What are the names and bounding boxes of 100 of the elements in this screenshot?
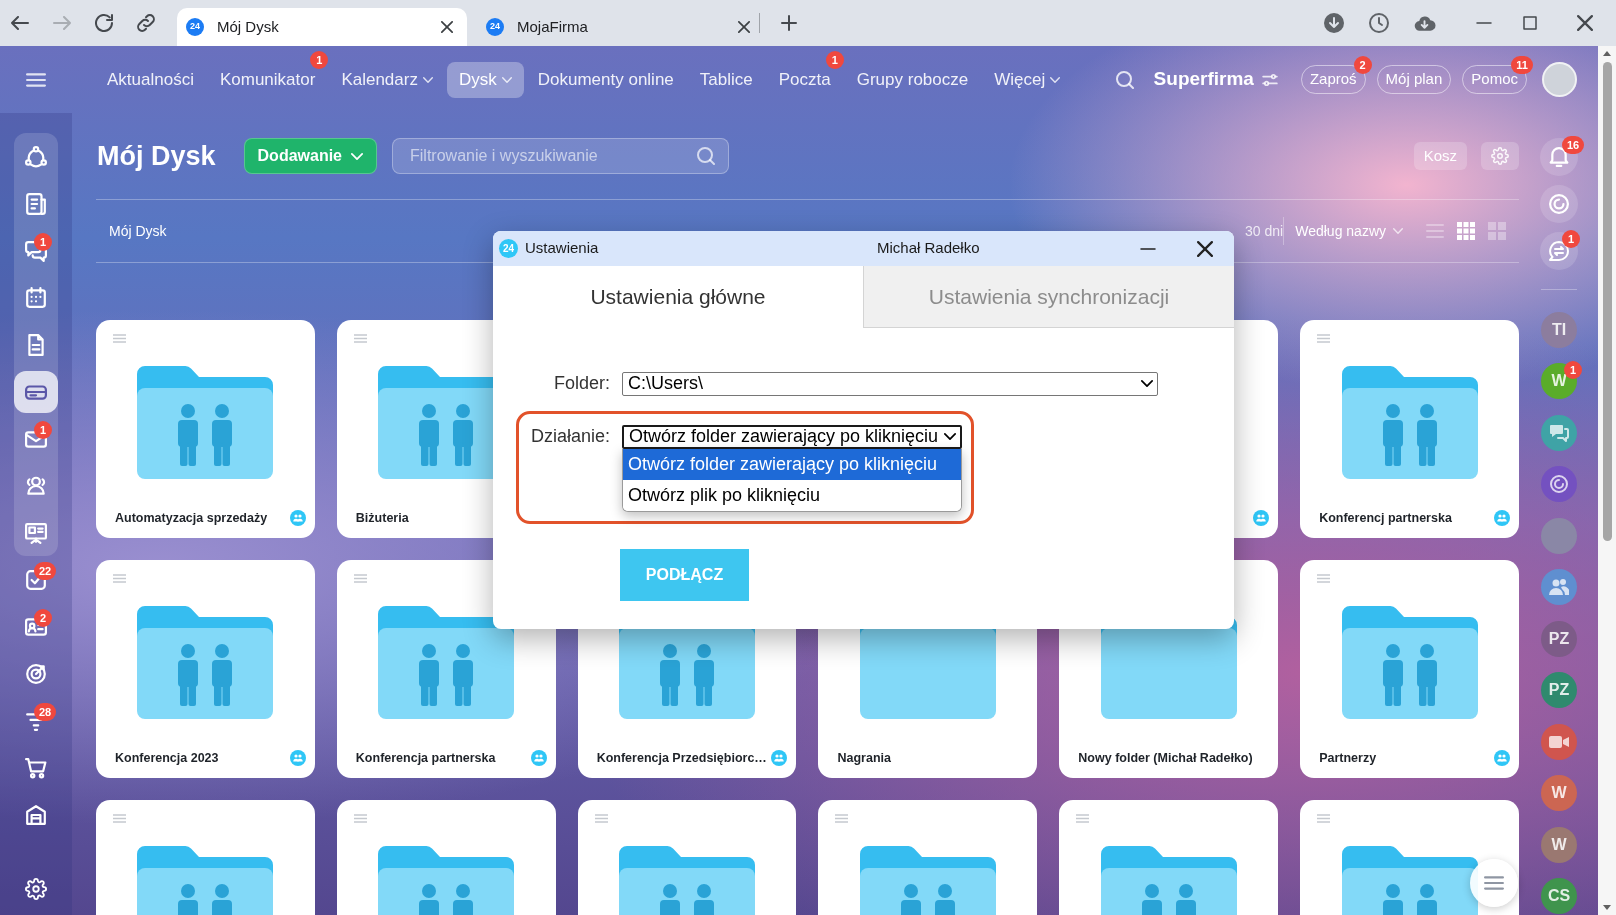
link-icon[interactable] bbox=[137, 14, 155, 32]
chat-avatar[interactable] bbox=[1541, 414, 1577, 451]
nav-item[interactable]: Dysk bbox=[446, 61, 524, 98]
chat-avatar[interactable]: CS bbox=[1541, 878, 1577, 915]
settings-button[interactable] bbox=[1481, 142, 1519, 170]
folder-name: Konferencja partnerska bbox=[355, 749, 497, 767]
arrow-left-icon[interactable] bbox=[11, 16, 29, 30]
nav-item[interactable]: Więcej bbox=[994, 69, 1061, 90]
chevron-down-icon bbox=[351, 152, 363, 160]
drag-handle-icon[interactable] bbox=[113, 574, 126, 583]
action-select[interactable]: Otwórz folder zawierający po kliknięciu bbox=[622, 424, 963, 449]
sidebar-item[interactable] bbox=[14, 370, 58, 413]
nav-item[interactable]: Tablice bbox=[699, 69, 753, 90]
close-icon[interactable] bbox=[738, 21, 750, 33]
add-button[interactable]: Dodawanie bbox=[243, 138, 377, 174]
folder-name: Konferencja Przedsiębiorc… bbox=[596, 749, 768, 767]
download-icon[interactable] bbox=[1324, 13, 1344, 33]
nav-item[interactable]: Grupy robocze bbox=[856, 69, 969, 90]
notification-counter: 11 bbox=[1511, 56, 1533, 74]
chat-avatar[interactable] bbox=[1541, 723, 1577, 760]
maximize-icon[interactable] bbox=[1523, 16, 1537, 30]
sliders-icon[interactable] bbox=[1261, 73, 1278, 86]
history-icon[interactable] bbox=[1369, 13, 1389, 33]
sidebar-item[interactable]: 22 bbox=[14, 558, 58, 601]
settings-icon[interactable] bbox=[25, 878, 47, 900]
chevron-down-icon bbox=[1393, 228, 1403, 234]
nav-item[interactable]: Komunikator bbox=[219, 69, 316, 90]
calendar-icon bbox=[25, 286, 47, 309]
close-icon[interactable] bbox=[441, 21, 453, 33]
sidebar-item[interactable]: 1 bbox=[14, 229, 58, 272]
plus-icon[interactable] bbox=[781, 15, 797, 31]
chat-bubbles-icon bbox=[25, 239, 47, 262]
spiral-icon bbox=[1549, 193, 1569, 214]
document-icon bbox=[25, 333, 47, 356]
search-icon[interactable] bbox=[697, 147, 715, 165]
close-icon[interactable] bbox=[1197, 240, 1213, 257]
cloud-download-icon[interactable] bbox=[1414, 14, 1436, 32]
drag-handle-icon[interactable] bbox=[1076, 814, 1090, 823]
nav-item[interactable]: Kalendarz bbox=[341, 69, 433, 90]
chat-avatar[interactable]: W bbox=[1541, 826, 1577, 863]
company-name[interactable]: Superfirma bbox=[1153, 65, 1254, 94]
dialog-tab[interactable]: Ustawienia synchronizacji bbox=[863, 266, 1234, 328]
scroll-up-icon[interactable] bbox=[1603, 51, 1611, 56]
sidebar-item[interactable]: 2 bbox=[14, 605, 58, 648]
spiral-icon bbox=[1549, 475, 1569, 494]
presentation-board-icon bbox=[25, 521, 47, 544]
chat-avatar[interactable] bbox=[1541, 466, 1577, 503]
folder-card[interactable]: Konferencj partnerska bbox=[1300, 320, 1519, 538]
drag-handle-icon[interactable] bbox=[353, 574, 367, 583]
chat-avatar[interactable]: PZ bbox=[1541, 620, 1577, 657]
target-icon bbox=[25, 662, 47, 685]
drag-handle-icon[interactable] bbox=[1317, 814, 1331, 823]
reload-icon[interactable] bbox=[95, 14, 113, 32]
nav-item[interactable]: Poczta bbox=[778, 69, 831, 90]
drag-handle-icon[interactable] bbox=[835, 814, 849, 823]
folder-card[interactable]: Konferencja partnerska bbox=[336, 560, 556, 778]
drag-handle-icon[interactable] bbox=[594, 814, 608, 823]
sidebar-item[interactable]: 1 bbox=[14, 417, 58, 460]
folder-card[interactable]: Automatyzacja sprzedaży bbox=[96, 320, 315, 538]
folder-card[interactable]: Konferencja 2023 bbox=[96, 560, 315, 778]
folder-name: Automatyzacja sprzedaży bbox=[115, 509, 269, 527]
scrollbar-thumb[interactable] bbox=[1602, 62, 1612, 541]
folder-select[interactable]: C:\Users\ bbox=[622, 371, 1158, 396]
notification-counter: 1 bbox=[34, 232, 52, 251]
app-logo: 24 bbox=[499, 239, 518, 258]
nav-item[interactable]: Aktualności bbox=[107, 69, 194, 90]
sidebar-item[interactable]: 28 bbox=[14, 699, 58, 742]
drag-handle-icon[interactable] bbox=[1317, 574, 1331, 583]
scroll-down-icon[interactable] bbox=[1603, 905, 1611, 910]
close-icon[interactable] bbox=[1577, 15, 1593, 31]
chat-arrows-icon bbox=[1549, 240, 1569, 261]
grid-view-icon[interactable] bbox=[1457, 222, 1475, 240]
user-avatar[interactable] bbox=[1542, 62, 1577, 97]
newspaper-icon bbox=[25, 192, 47, 215]
folder-name: Nagrania bbox=[837, 749, 892, 767]
browser-tab[interactable]: 24 MojaFirma bbox=[467, 8, 757, 46]
search-icon[interactable] bbox=[1115, 70, 1134, 89]
drag-handle-icon[interactable] bbox=[113, 334, 126, 343]
folder-name: Nowy folder (Michał Radełko) bbox=[1078, 749, 1254, 767]
drag-handle-icon[interactable] bbox=[113, 814, 126, 823]
chat-avatar[interactable] bbox=[1541, 569, 1577, 606]
folder-card[interactable]: Partnerzy bbox=[1300, 560, 1519, 778]
chat-avatar[interactable]: TI bbox=[1541, 311, 1577, 348]
drag-handle-icon[interactable] bbox=[353, 814, 367, 823]
breadcrumb-link[interactable]: Mój Dysk bbox=[109, 220, 167, 242]
nav-item[interactable]: Dokumenty online bbox=[537, 69, 674, 90]
dropdown-option[interactable]: Otwórz folder zawierający po kliknięciu bbox=[623, 448, 962, 480]
dropdown-option[interactable]: Otwórz plik po kliknięciu bbox=[623, 479, 962, 511]
chat-avatar[interactable]: PZ bbox=[1541, 672, 1577, 709]
drag-handle-icon[interactable] bbox=[353, 334, 367, 343]
drag-handle-icon[interactable] bbox=[1317, 334, 1331, 343]
browser-tab[interactable]: 24 Mój Dysk bbox=[177, 8, 467, 46]
minimize-icon[interactable] bbox=[1140, 247, 1156, 250]
assistant-button[interactable] bbox=[1540, 184, 1578, 223]
tile-view-icon[interactable] bbox=[1488, 222, 1506, 240]
notification-counter: 28 bbox=[34, 702, 57, 721]
chat-avatar[interactable]: W bbox=[1541, 775, 1577, 812]
menu-icon[interactable] bbox=[26, 72, 46, 87]
sort-dropdown[interactable]: Według nazwy bbox=[1295, 220, 1403, 242]
notification-counter: 1 bbox=[310, 50, 329, 69]
